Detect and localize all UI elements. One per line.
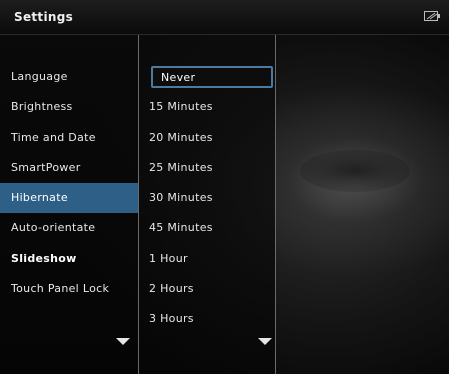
- menu-item-slideshow[interactable]: Slideshow: [0, 244, 138, 274]
- chevron-down-icon[interactable]: [116, 338, 130, 345]
- option-20-minutes[interactable]: 20 Minutes: [139, 123, 275, 153]
- option-3-hours[interactable]: 3 Hours: [139, 304, 275, 334]
- option-45-minutes[interactable]: 45 Minutes: [139, 213, 275, 243]
- option-2-hours[interactable]: 2 Hours: [139, 274, 275, 304]
- option-15-minutes[interactable]: 15 Minutes: [139, 92, 275, 122]
- menu-item-hibernate[interactable]: Hibernate: [0, 183, 138, 214]
- background-photo: [300, 150, 410, 192]
- settings-menu: Language Brightness Time and Date SmartP…: [0, 35, 139, 374]
- battery-icon: [424, 11, 440, 21]
- option-1-hour[interactable]: 1 Hour: [139, 244, 275, 274]
- option-30-minutes[interactable]: 30 Minutes: [139, 183, 275, 213]
- menu-item-auto-orientate[interactable]: Auto-orientate: [0, 213, 138, 243]
- hibernate-options: Never 15 Minutes 20 Minutes 25 Minutes 3…: [139, 35, 276, 374]
- menu-item-time-and-date[interactable]: Time and Date: [0, 123, 138, 153]
- header-bar: Settings: [0, 0, 449, 35]
- settings-screen: Settings Language Brightness Time and Da…: [0, 0, 449, 374]
- option-25-minutes[interactable]: 25 Minutes: [139, 153, 275, 183]
- menu-item-touch-panel-lock[interactable]: Touch Panel Lock: [0, 274, 138, 304]
- menu-item-language[interactable]: Language: [0, 62, 138, 92]
- option-never[interactable]: Never: [151, 66, 273, 88]
- option-row-never: Never: [139, 62, 275, 92]
- menu-item-smartpower[interactable]: SmartPower: [0, 153, 138, 183]
- chevron-down-icon[interactable]: [258, 338, 272, 345]
- page-title: Settings: [14, 10, 74, 24]
- menu-item-brightness[interactable]: Brightness: [0, 92, 138, 122]
